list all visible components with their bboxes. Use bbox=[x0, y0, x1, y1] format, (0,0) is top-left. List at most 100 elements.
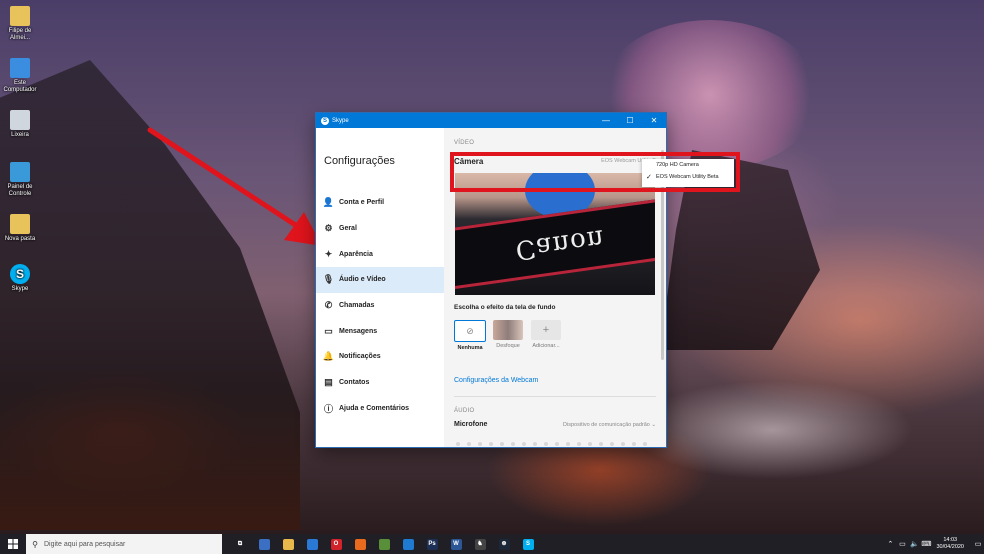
preview-strap-text: Canon bbox=[513, 222, 607, 265]
desktop-icon-label: Lixeira bbox=[11, 132, 29, 138]
menu-item-ajuda[interactable]: ⓘ Ajuda e Comentários bbox=[316, 396, 444, 422]
chevron-up-icon[interactable]: ⌃ bbox=[884, 540, 896, 548]
minecraft-icon bbox=[378, 538, 390, 550]
windows-logo-icon bbox=[8, 539, 18, 549]
desktop-icon-user-folder[interactable]: Filipe de Almei... bbox=[0, 6, 40, 42]
desktop-icon-new-folder[interactable]: Nova pasta bbox=[0, 214, 40, 243]
effect-label: Adicionar... bbox=[532, 343, 560, 349]
computer-icon bbox=[10, 58, 30, 78]
taskbar-app-2[interactable] bbox=[276, 534, 300, 554]
gear-icon: ⚙ bbox=[324, 223, 333, 234]
mic-level-meter bbox=[456, 442, 647, 446]
taskbar-search[interactable]: ⚲ Digite aqui para pesquisar bbox=[26, 534, 222, 554]
steam-icon: ⊛ bbox=[498, 538, 510, 550]
taskbar-app-5[interactable] bbox=[348, 534, 372, 554]
opera-icon: O bbox=[330, 538, 342, 550]
start-button[interactable] bbox=[0, 534, 26, 554]
taskbar-app-12[interactable]: S bbox=[516, 534, 540, 554]
desktop-icon-label: Skype bbox=[11, 286, 29, 292]
recycle-bin-icon bbox=[10, 110, 30, 130]
system-tray: ⌃ ▭ 🔈 ⌨ 14:03 30/04/2020 ▭ bbox=[884, 537, 984, 551]
mail-icon bbox=[306, 538, 318, 550]
video-section-label: VÍDEO bbox=[454, 140, 475, 146]
taskbar-apps: ⧉ O Ps W ♞ ⊛ S bbox=[228, 534, 540, 554]
plus-icon: + bbox=[531, 320, 561, 340]
search-placeholder: Digite aqui para pesquisar bbox=[44, 540, 126, 548]
network-icon[interactable]: ▭ bbox=[896, 540, 908, 548]
file-explorer-icon bbox=[282, 538, 294, 550]
window-titlebar[interactable]: S Skype — ☐ ✕ bbox=[316, 113, 666, 128]
no-effect-icon: ⊘ bbox=[454, 320, 486, 342]
keyboard-icon[interactable]: ⌨ bbox=[920, 540, 932, 548]
menu-item-mensagens[interactable]: ▭ Mensagens bbox=[316, 318, 444, 344]
menu-item-label: Chamadas bbox=[339, 302, 375, 310]
phone-icon: ✆ bbox=[324, 300, 333, 311]
menu-item-contatos[interactable]: ▤ Contatos bbox=[316, 370, 444, 396]
menu-item-aparencia[interactable]: ✦ Aparência bbox=[316, 241, 444, 267]
notification-icon[interactable]: ▭ bbox=[972, 540, 984, 548]
microphone-label: Microfone bbox=[454, 421, 488, 428]
effect-add[interactable]: + Adicionar... bbox=[530, 320, 562, 351]
skype-logo-icon: S bbox=[321, 116, 329, 125]
contacts-icon: ▤ bbox=[324, 377, 333, 388]
microphone-value: Dispositivo de comunicação padrão ⌄ bbox=[563, 421, 656, 428]
settings-sidebar: Configurações 👤 Conta e Perfil ⚙ Geral ✦… bbox=[316, 128, 444, 447]
close-button[interactable]: ✕ bbox=[642, 113, 666, 128]
settings-title: Configurações bbox=[324, 155, 395, 167]
wallpaper-cliff bbox=[0, 60, 300, 530]
photos-icon bbox=[258, 538, 270, 550]
effect-blur[interactable]: Desfoque bbox=[492, 320, 524, 351]
taskbar-app-8[interactable]: Ps bbox=[420, 534, 444, 554]
settings-menu: 👤 Conta e Perfil ⚙ Geral ✦ Aparência 🎙 Á… bbox=[316, 190, 444, 421]
user-icon: 👤 bbox=[322, 197, 335, 208]
taskbar-clock[interactable]: 14:03 30/04/2020 bbox=[936, 537, 964, 551]
menu-item-label: Notificações bbox=[339, 353, 381, 361]
desktop-icon-label: Painel de Controle bbox=[7, 184, 33, 197]
control-panel-icon bbox=[10, 162, 30, 182]
message-icon: ▭ bbox=[324, 325, 333, 336]
desktop-icon-control-panel[interactable]: Painel de Controle bbox=[0, 162, 40, 198]
section-divider bbox=[454, 396, 656, 397]
background-effects: ⊘ Nenhuma Desfoque + Adicionar... bbox=[454, 320, 562, 351]
folder-user-icon bbox=[10, 6, 30, 26]
search-icon: ⚲ bbox=[32, 539, 38, 549]
taskbar-app-6[interactable] bbox=[372, 534, 396, 554]
bell-icon: 🔔 bbox=[322, 351, 335, 362]
taskbar-app-9[interactable]: W bbox=[444, 534, 468, 554]
taskbar-app-3[interactable] bbox=[300, 534, 324, 554]
desktop-icon-label: Filipe de Almei... bbox=[8, 28, 32, 41]
menu-item-chamadas[interactable]: ✆ Chamadas bbox=[316, 293, 444, 319]
background-effect-title: Escolha o efeito da tela de fundo bbox=[454, 304, 556, 311]
volume-icon[interactable]: 🔈 bbox=[908, 540, 920, 548]
taskbar-app-1[interactable] bbox=[252, 534, 276, 554]
microphone-icon: 🎙 bbox=[322, 274, 335, 285]
desktop-icon-recycle-bin[interactable]: Lixeira bbox=[0, 110, 40, 139]
menu-item-geral[interactable]: ⚙ Geral bbox=[316, 216, 444, 242]
menu-item-audio-e-video[interactable]: 🎙 Áudio e Vídeo bbox=[316, 267, 444, 293]
desktop-icon-label: Nova pasta bbox=[4, 236, 36, 242]
taskbar-app-0[interactable]: ⧉ bbox=[228, 534, 252, 554]
skype-icon: S bbox=[10, 264, 30, 284]
desktop-icon-this-pc[interactable]: Este Computador bbox=[0, 58, 40, 94]
taskbar-app-10[interactable]: ♞ bbox=[468, 534, 492, 554]
magic-wand-icon: ✦ bbox=[324, 248, 333, 259]
folder-icon bbox=[10, 214, 30, 234]
minimize-button[interactable]: — bbox=[594, 113, 618, 128]
webcam-settings-link[interactable]: Configurações da Webcam bbox=[454, 377, 538, 384]
maximize-button[interactable]: ☐ bbox=[618, 113, 642, 128]
clock-date: 30/04/2020 bbox=[936, 544, 964, 550]
taskbar-app-7[interactable] bbox=[396, 534, 420, 554]
task-view-icon: ⧉ bbox=[234, 538, 246, 550]
desktop-icon-skype[interactable]: S Skype bbox=[0, 264, 40, 293]
taskbar-app-4[interactable]: O bbox=[324, 534, 348, 554]
menu-item-label: Conta e Perfil bbox=[339, 199, 385, 207]
taskbar-app-11[interactable]: ⊛ bbox=[492, 534, 516, 554]
effect-none[interactable]: ⊘ Nenhuma bbox=[454, 320, 486, 351]
menu-item-label: Contatos bbox=[339, 379, 370, 387]
annotation-highlight-box bbox=[450, 152, 740, 192]
menu-item-label: Aparência bbox=[339, 250, 373, 258]
audio-section-label: ÁUDIO bbox=[454, 408, 475, 414]
menu-item-notificacoes[interactable]: 🔔 Notificações bbox=[316, 344, 444, 370]
menu-item-conta-e-perfil[interactable]: 👤 Conta e Perfil bbox=[316, 190, 444, 216]
microphone-select[interactable]: Microfone Dispositivo de comunicação pad… bbox=[454, 421, 656, 428]
